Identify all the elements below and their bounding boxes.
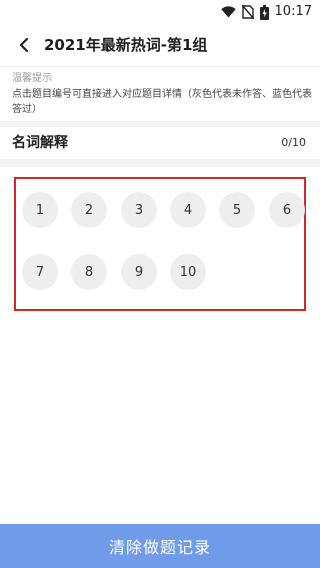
status-icons: 10:17 <box>220 3 312 21</box>
clear-records-label: 清除做题记录 <box>108 538 211 557</box>
tip-title: 温馨提示 <box>12 73 52 84</box>
question-button-8[interactable]: 8 <box>71 254 107 290</box>
battery-charging-icon <box>259 4 269 20</box>
question-button-2[interactable]: 2 <box>71 192 107 228</box>
status-time: 10:17 <box>274 4 312 19</box>
wifi-icon <box>220 6 236 18</box>
question-button-9[interactable]: 9 <box>121 254 157 290</box>
back-button[interactable] <box>12 33 36 57</box>
tip-text: 点击题目编号可直接进入对应题目详情（灰色代表未作答、蓝色代表答过） <box>12 89 312 115</box>
section-header: 名词解释 0/10 <box>0 127 320 159</box>
tip-section: 温馨提示 点击题目编号可直接进入对应题目详情（灰色代表未作答、蓝色代表答过） <box>0 67 320 121</box>
question-button-6[interactable]: 6 <box>269 192 305 228</box>
question-button-5[interactable]: 5 <box>219 192 255 228</box>
question-grid-area: 1 2 3 4 5 6 7 8 9 10 <box>0 167 320 527</box>
question-button-10[interactable]: 10 <box>170 254 206 290</box>
question-button-3[interactable]: 3 <box>121 192 157 228</box>
question-button-4[interactable]: 4 <box>170 192 206 228</box>
arrow-left-icon <box>19 37 29 53</box>
question-button-7[interactable]: 7 <box>22 254 58 290</box>
page-title: 2021年最新热词-第1组 <box>44 36 208 54</box>
signal-no-sim-icon <box>241 5 254 19</box>
question-button-1[interactable]: 1 <box>22 192 58 228</box>
section-title: 名词解释 <box>12 135 68 151</box>
clear-records-button[interactable]: 清除做题记录 <box>0 524 320 568</box>
section-gap <box>0 159 320 167</box>
status-bar: 10:17 <box>0 0 320 24</box>
app-bar: 2021年最新热词-第1组 <box>0 24 320 66</box>
highlight-box <box>14 177 306 311</box>
progress-count: 0/10 <box>281 136 306 149</box>
screen: 10:17 2021年最新热词-第1组 温馨提示 点击题目编号可直接进入对应题目… <box>0 0 320 568</box>
